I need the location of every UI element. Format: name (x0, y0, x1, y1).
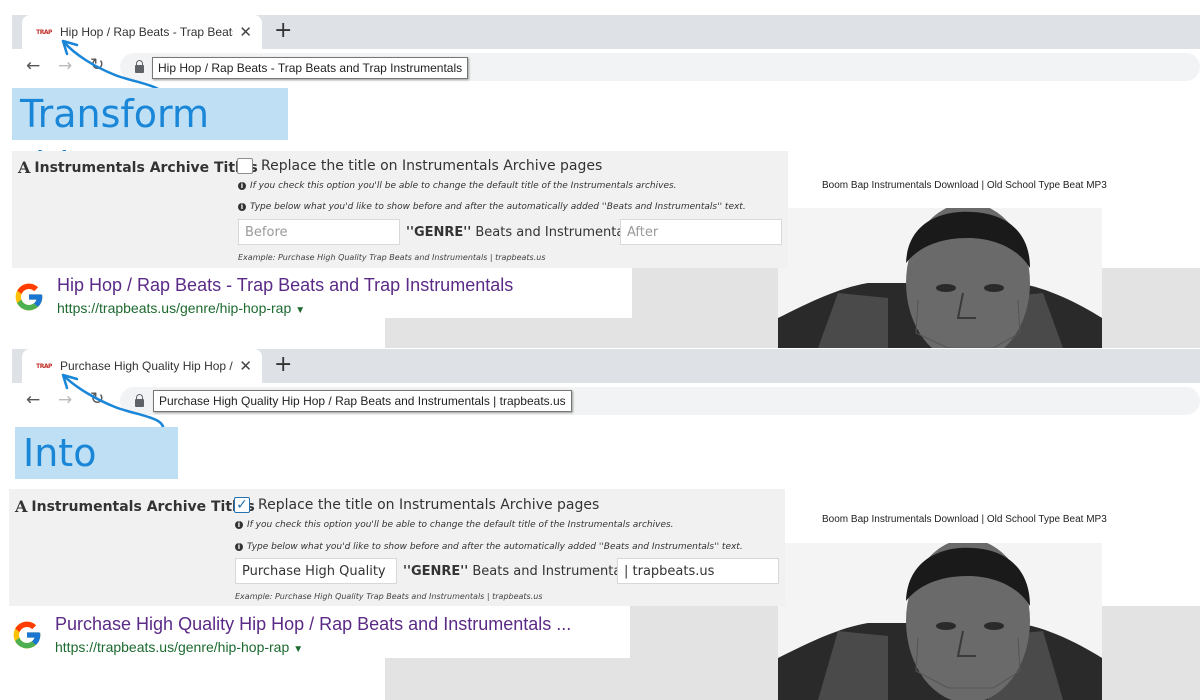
back-icon[interactable]: ← (26, 390, 40, 410)
genre-middle-text: ''GENRE'' Beats and Instrumentals (406, 225, 635, 240)
font-icon: A (15, 497, 28, 516)
page-caption: Boom Bap Instrumentals Download | Old Sc… (822, 514, 1107, 525)
replace-title-checkbox[interactable] (237, 158, 253, 174)
example-text: Example: Purchase High Quality Trap Beat… (235, 592, 543, 601)
google-logo-icon (13, 621, 41, 649)
help-note-2: i Type below what you'd like to show befo… (235, 542, 743, 552)
after-input[interactable]: | trapbeats.us (617, 558, 779, 584)
artist-photo (778, 208, 1102, 348)
page-caption: Boom Bap Instrumentals Download | Old Sc… (822, 180, 1107, 191)
after-input[interactable]: After (620, 219, 782, 245)
banner-into: Into this (15, 427, 178, 527)
google-result-url[interactable]: https://trapbeats.us/genre/hip-hop-rap ▼ (57, 300, 305, 316)
google-logo-icon (15, 283, 43, 311)
replace-title-checkbox[interactable]: ✓ (234, 497, 250, 513)
google-result-url[interactable]: https://trapbeats.us/genre/hip-hop-rap ▼ (55, 639, 303, 655)
favicon-icon: TRAP (36, 28, 52, 36)
checkbox-label: Replace the title on Instrumentals Archi… (258, 497, 600, 513)
setting-heading: A Instrumentals Archive Titles (15, 497, 255, 516)
setting-heading: A Instrumentals Archive Titles (18, 158, 258, 177)
genre-middle-text: ''GENRE'' Beats and Instrumentals (403, 564, 632, 579)
banner-transform: Transform this (12, 88, 288, 188)
info-icon: i (235, 521, 243, 529)
checkbox-label: Replace the title on Instrumentals Archi… (261, 158, 603, 174)
close-icon[interactable]: ✕ (239, 357, 252, 375)
caret-down-icon[interactable]: ▼ (293, 644, 303, 655)
favicon-icon: TRAP (36, 362, 52, 370)
settings-panel: A Instrumentals Archive Titles ✓ Replace… (9, 489, 785, 606)
new-tab-icon[interactable]: + (274, 354, 292, 376)
artist-photo (778, 543, 1102, 700)
back-icon[interactable]: ← (26, 56, 40, 76)
settings-panel: A Instrumentals Archive Titles Replace t… (12, 151, 788, 268)
new-tab-icon[interactable]: + (274, 20, 292, 42)
info-icon: i (238, 182, 246, 190)
example-text: Example: Purchase High Quality Trap Beat… (238, 253, 546, 262)
before-input[interactable]: Before (238, 219, 400, 245)
google-result-title[interactable]: Hip Hop / Rap Beats - Trap Beats and Tra… (57, 275, 513, 296)
info-icon: i (235, 543, 243, 551)
caret-down-icon[interactable]: ▼ (295, 305, 305, 316)
info-icon: i (238, 203, 246, 211)
before-input[interactable]: Purchase High Quality (235, 558, 397, 584)
close-icon[interactable]: ✕ (239, 23, 252, 41)
checkmark-icon: ✓ (236, 497, 248, 513)
title-tooltip: Purchase High Quality Hip Hop / Rap Beat… (153, 390, 572, 412)
help-note-2: i Type below what you'd like to show befo… (238, 202, 746, 212)
help-note-1: i If you check this option you'll be able… (238, 181, 677, 191)
font-icon: A (18, 158, 31, 177)
help-note-1: i If you check this option you'll be able… (235, 520, 674, 530)
google-result-title[interactable]: Purchase High Quality Hip Hop / Rap Beat… (55, 614, 571, 635)
